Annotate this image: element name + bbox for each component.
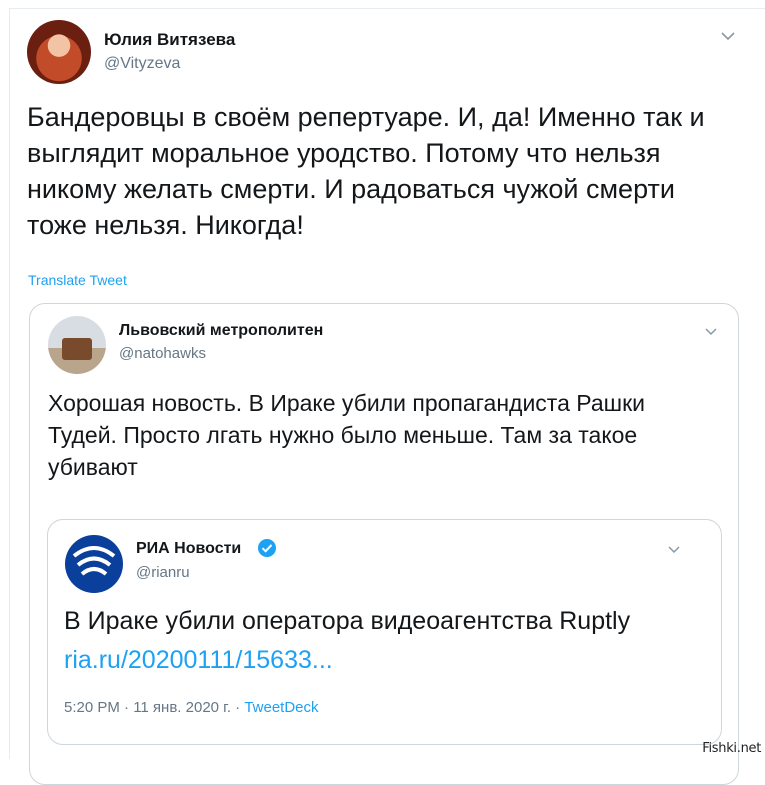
frame-top-border [10, 8, 765, 9]
author-name[interactable]: Юлия Витязева [104, 30, 235, 50]
tram-image [62, 338, 92, 360]
nested-author-handle[interactable]: @rianru [136, 564, 190, 581]
source-app-link[interactable]: TweetDeck [244, 699, 318, 716]
quoted-tweet-text: Хорошая новость. В Ираке убили пропаганд… [48, 390, 645, 480]
quoted-menu-chevron-down-icon[interactable] [704, 323, 718, 339]
nested-timestamp[interactable]: 5:20 PM · 11 янв. 2020 г. · [64, 699, 244, 716]
verified-badge-icon [257, 538, 277, 558]
tweet-text: Бандеровцы в своём репертуаре. И, да! Им… [27, 102, 705, 240]
quoted-author-name[interactable]: Львовский метрополитен [119, 322, 323, 340]
frame-left-border [9, 8, 10, 759]
watermark: Fishki.net [702, 741, 761, 756]
ria-logo-icon[interactable] [64, 534, 124, 594]
author-avatar[interactable] [27, 20, 91, 84]
quoted-author-avatar[interactable] [48, 316, 106, 374]
quoted-author-handle[interactable]: @natohawks [119, 345, 206, 362]
nested-tweet-link[interactable]: ria.ru/20200111/15633... [64, 646, 333, 675]
nested-author-name[interactable]: РИА Новости [136, 540, 241, 558]
translate-tweet-link[interactable]: Translate Tweet [28, 272, 127, 288]
nested-tweet-text: В Ираке убили оператора видеоагентства R… [64, 607, 631, 635]
author-handle[interactable]: @Vityzeva [104, 55, 180, 73]
tweet-menu-chevron-down-icon[interactable] [720, 28, 736, 44]
nested-menu-chevron-down-icon[interactable] [667, 541, 681, 557]
nested-tweet-meta: 5:20 PM · 11 янв. 2020 г. · TweetDeck [64, 699, 319, 716]
